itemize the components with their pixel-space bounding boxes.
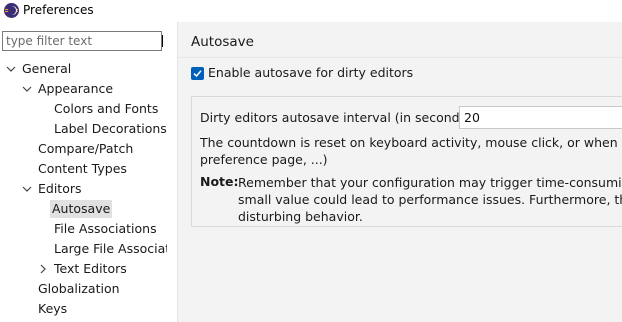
chevron-down-icon[interactable] (21, 80, 33, 98)
countdown-description: The countdown is reset on keyboard activ… (200, 134, 622, 168)
filter-input[interactable] (2, 31, 162, 51)
tree-item-keys[interactable]: Keys (36, 300, 69, 318)
tree-item-label: Compare/Patch (38, 141, 134, 156)
tree-item-label: Label Decorations (54, 121, 167, 136)
window-title: Preferences (23, 3, 94, 17)
enable-autosave-label[interactable]: Enable autosave for dirty editors (208, 65, 413, 80)
description-line: The countdown is reset on keyboard activ… (200, 135, 622, 150)
eclipse-logo-icon (4, 3, 19, 18)
tree-item-label: Globalization (38, 281, 120, 296)
tree-item-label: General (22, 61, 72, 76)
title-bar: Preferences (0, 0, 622, 22)
tree-item-label: File Associations (54, 221, 157, 236)
enable-autosave-checkbox[interactable] (191, 67, 204, 80)
note-line: Remember that your configuration may tri… (238, 175, 622, 190)
tree-item-compare-patch[interactable]: Compare/Patch (36, 140, 135, 158)
tree-item-colors-and-fonts[interactable]: Colors and Fonts (52, 100, 160, 118)
tree-item-label: Appearance (38, 81, 114, 96)
note-label: Note: (200, 174, 239, 189)
tree-item-text-editors[interactable]: Text Editors (52, 260, 129, 278)
tree-item-content-types[interactable]: Content Types (36, 160, 129, 178)
tree-item-globalization[interactable]: Globalization (36, 280, 122, 298)
chevron-down-icon[interactable] (5, 60, 17, 78)
chevron-down-icon[interactable] (21, 180, 33, 198)
tree-item-autosave[interactable]: Autosave (50, 200, 113, 218)
text-caret (162, 35, 163, 47)
tree-item-label-decorations[interactable]: Label Decorations (52, 120, 169, 138)
tree-item-label: Colors and Fonts (54, 101, 159, 116)
tree-item-file-associations[interactable]: File Associations (52, 220, 159, 238)
tree-item-large-file-associations[interactable]: Large File Associations (52, 240, 167, 258)
interval-input[interactable] (459, 106, 622, 129)
tree-item-label: Content Types (38, 161, 127, 176)
tree-item-label: Editors (38, 181, 82, 196)
tree-item-label: Keys (38, 301, 68, 316)
note-line: disturbing behavior. (238, 209, 363, 224)
chevron-right-icon[interactable] (38, 260, 50, 278)
tree-item-editors[interactable]: Editors (36, 180, 84, 198)
checkmark-icon (193, 70, 202, 78)
page-title: Autosave (191, 34, 254, 50)
tree-item-label: Autosave (50, 200, 113, 218)
divider (178, 57, 622, 58)
note-text: Remember that your configuration may tri… (238, 174, 622, 225)
interval-label: Dirty editors autosave interval (in seco… (200, 110, 476, 125)
tree-item-appearance[interactable]: Appearance (36, 80, 115, 98)
tree-item-general[interactable]: General (20, 60, 73, 78)
note-line: small value could lead to performance is… (238, 192, 622, 207)
tree-item-label: Large File Associations (54, 241, 167, 256)
tree-item-label: Text Editors (54, 261, 127, 276)
description-line: preference page, ...) (200, 152, 328, 167)
